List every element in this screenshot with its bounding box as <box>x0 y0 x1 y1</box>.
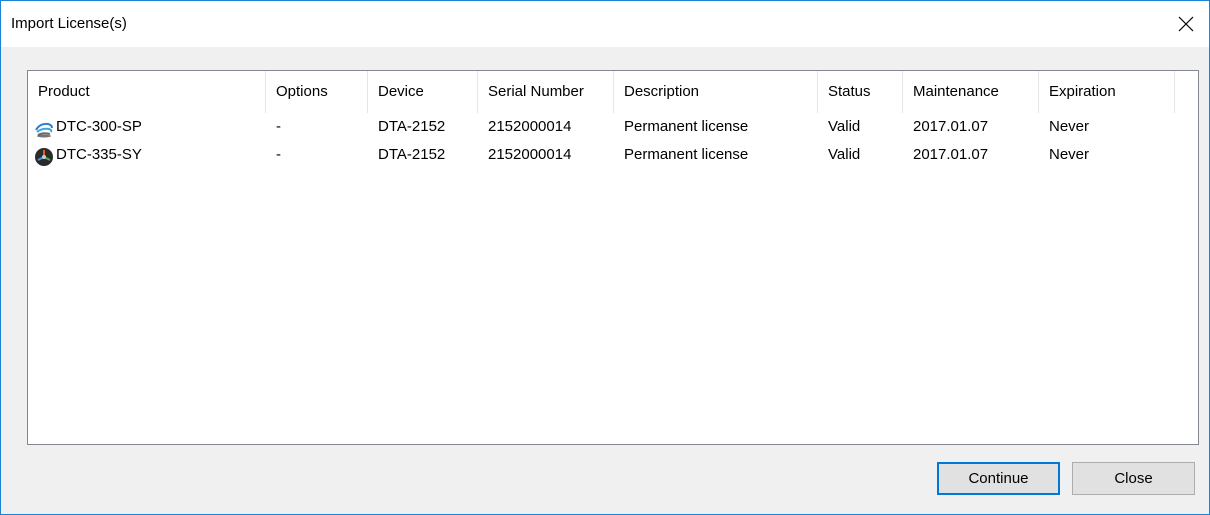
license-list[interactable]: Product Options Device Serial Number Des… <box>27 70 1199 445</box>
close-window-button[interactable] <box>1163 1 1209 47</box>
cell-device: DTA-2152 <box>378 146 446 163</box>
table-row[interactable]: DTC-300-SP - DTA-2152 2152000014 Permane… <box>28 113 1198 141</box>
cell-product: DTC-300-SP <box>56 118 142 135</box>
column-header-maintenance[interactable]: Maintenance <box>903 71 1039 113</box>
cell-status: Valid <box>828 118 861 135</box>
import-license-dialog: Import License(s) Product Options Device… <box>0 0 1210 515</box>
column-header-device[interactable]: Device <box>368 71 478 113</box>
table-row[interactable]: DTC-335-SY - DTA-2152 2152000014 Permane… <box>28 141 1198 169</box>
close-icon <box>1178 16 1194 32</box>
list-header: Product Options Device Serial Number Des… <box>28 71 1198 113</box>
cell-options: - <box>276 118 281 135</box>
dtc-300-product-icon <box>35 122 53 138</box>
cell-maintenance: 2017.01.07 <box>913 118 989 135</box>
column-header-serial-number[interactable]: Serial Number <box>478 71 614 113</box>
close-button[interactable]: Close <box>1072 462 1195 495</box>
cell-device: DTA-2152 <box>378 118 446 135</box>
cell-description: Permanent license <box>624 118 749 135</box>
continue-button[interactable]: Continue <box>937 462 1060 495</box>
cell-options: - <box>276 146 281 163</box>
cell-product: DTC-335-SY <box>56 146 142 163</box>
column-header-status[interactable]: Status <box>818 71 903 113</box>
title-bar: Import License(s) <box>1 1 1209 47</box>
window-title: Import License(s) <box>11 15 127 32</box>
cell-expiration: Never <box>1049 118 1090 135</box>
column-header-description[interactable]: Description <box>614 71 818 113</box>
cell-serial-number: 2152000014 <box>488 118 572 135</box>
dtc-335-product-icon <box>35 148 53 166</box>
column-header-expiration[interactable]: Expiration <box>1039 71 1175 113</box>
cell-expiration: Never <box>1049 146 1090 163</box>
cell-serial-number: 2152000014 <box>488 146 572 163</box>
column-header-product[interactable]: Product <box>28 71 266 113</box>
cell-maintenance: 2017.01.07 <box>913 146 989 163</box>
cell-description: Permanent license <box>624 146 749 163</box>
column-header-options[interactable]: Options <box>266 71 368 113</box>
cell-status: Valid <box>828 146 861 163</box>
